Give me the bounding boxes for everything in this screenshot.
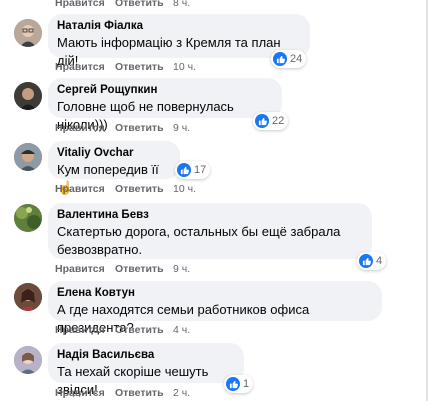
timestamp: 10 ч. — [173, 61, 196, 73]
avatar-woman-light[interactable] — [14, 346, 42, 374]
timestamp: 4 ч. — [173, 324, 191, 336]
reply-link[interactable]: Ответить — [115, 0, 173, 10]
thumbs-up-icon — [255, 114, 269, 128]
comment-bubble: Vitaliy Ovchar Кум попередив її☝ — [48, 141, 180, 195]
avatar-woman-glasses[interactable] — [14, 19, 42, 47]
comment-author[interactable]: Сергей Рощупкин — [57, 83, 273, 98]
comment-actions: Нравится Ответить 2 ч. — [55, 386, 190, 400]
timestamp: 8 ч. — [173, 0, 191, 9]
avatar-man-dark[interactable] — [14, 82, 42, 110]
thumbs-up-icon — [177, 163, 191, 177]
reaction-count: 4 — [376, 255, 383, 267]
comment-actions: Нравится Ответить 4 ч. — [55, 323, 190, 337]
timestamp: 9 ч. — [173, 263, 191, 275]
reaction-badge[interactable]: 4 — [357, 252, 387, 270]
like-link[interactable]: Нравится — [55, 60, 115, 74]
thumbs-up-icon — [273, 52, 287, 66]
comment-actions-top: Нравится Ответить 8 ч. — [55, 0, 190, 10]
reply-link[interactable]: Ответить — [115, 262, 173, 276]
like-link[interactable]: Нравится — [55, 0, 115, 10]
reaction-badge[interactable]: 1 — [224, 375, 254, 393]
thumbs-up-icon — [359, 254, 373, 268]
comment-author[interactable]: Елена Ковтун — [57, 286, 373, 301]
timestamp: 2 ч. — [173, 387, 191, 399]
like-link[interactable]: Нравится — [55, 323, 115, 337]
reaction-count: 17 — [194, 164, 207, 176]
reply-link[interactable]: Ответить — [115, 121, 173, 135]
comment-author[interactable]: Валентина Бевз — [57, 208, 363, 223]
reply-link[interactable]: Ответить — [115, 60, 173, 74]
comment-text: Скатертью дорога, остальных бы ещё забра… — [57, 224, 341, 257]
comment-bubble: Надія Васильєва Та нехай скоріше чешуть … — [48, 343, 244, 397]
comment-author[interactable]: Надія Васильєва — [57, 348, 235, 363]
reaction-badge[interactable]: 22 — [253, 112, 289, 130]
comment-actions: Нравится Ответить 9 ч. — [55, 121, 190, 135]
avatar-man-cap[interactable] — [14, 143, 42, 171]
reply-link[interactable]: Ответить — [115, 386, 173, 400]
like-link[interactable]: Нравится — [55, 121, 115, 135]
thumbs-up-icon — [226, 377, 240, 391]
comment-actions: Нравится Ответить 9 ч. — [55, 262, 190, 276]
like-link[interactable]: Нравится — [55, 262, 115, 276]
reaction-badge[interactable]: 24 — [271, 50, 307, 68]
comment-bubble: Наталія Фіалка Мають інформацію з Кремля… — [48, 14, 310, 68]
reply-link[interactable]: Ответить — [115, 323, 173, 337]
comment-bubble: Валентина Бевз Скатертью дорога, остальн… — [48, 203, 372, 259]
reply-link[interactable]: Ответить — [115, 182, 173, 196]
reaction-count: 1 — [243, 378, 250, 390]
reaction-count: 22 — [272, 115, 285, 127]
reaction-count: 24 — [290, 53, 303, 65]
like-link[interactable]: Нравится — [55, 386, 115, 400]
comment-actions: Нравится Ответить 10 ч. — [55, 182, 196, 196]
timestamp: 10 ч. — [173, 183, 196, 195]
comment-bubble: Сергей Рощупкин Головне щоб не повернула… — [48, 78, 282, 132]
comment-author[interactable]: Наталія Фіалка — [57, 19, 301, 34]
comment-author[interactable]: Vitaliy Ovchar — [57, 146, 171, 161]
avatar-greenery[interactable] — [14, 204, 42, 232]
reaction-badge[interactable]: 17 — [175, 161, 211, 179]
avatar-woman-dark[interactable] — [14, 283, 42, 311]
timestamp: 9 ч. — [173, 122, 191, 134]
like-link[interactable]: Нравится — [55, 182, 115, 196]
comment-bubble: Елена Ковтун А где находятся семьи работ… — [48, 281, 382, 335]
comment-actions: Нравится Ответить 10 ч. — [55, 60, 196, 74]
